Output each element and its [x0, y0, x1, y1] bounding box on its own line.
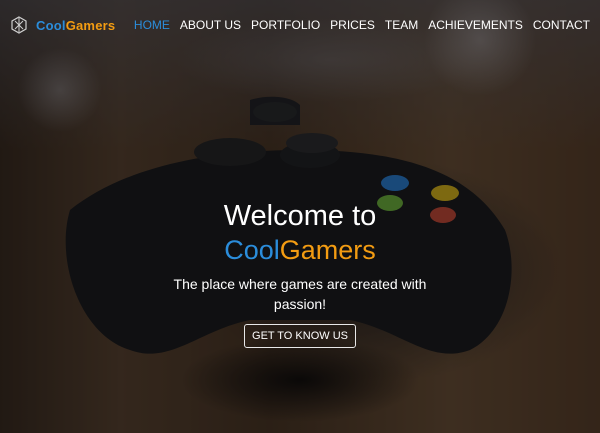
nav-item-portfolio[interactable]: PORTFOLIO	[251, 18, 320, 32]
nav-item-achievements[interactable]: ACHIEVEMENTS	[428, 18, 523, 32]
brand-name-part-gamers: Gamers	[65, 17, 116, 33]
hero-content: Welcome to CoolGamers The place where ga…	[0, 198, 600, 348]
brand-name: CoolGamers	[36, 18, 115, 33]
hero-title-part-cool: Cool	[224, 235, 280, 265]
hero-title-line1: Welcome to	[223, 200, 377, 232]
hero-title-brand: CoolGamers	[0, 234, 600, 266]
top-navbar: CoolGamers HOME ABOUT US PORTFOLIO PRICE…	[0, 0, 600, 50]
main-menu: HOME ABOUT US PORTFOLIO PRICES TEAM ACHI…	[134, 18, 590, 32]
nav-item-team[interactable]: TEAM	[385, 18, 418, 32]
nav-item-prices[interactable]: PRICES	[330, 18, 375, 32]
nav-item-home[interactable]: HOME	[134, 18, 170, 32]
nav-item-about-us[interactable]: ABOUT US	[180, 18, 241, 32]
hexagon-logo-icon	[11, 16, 27, 34]
nav-item-contact[interactable]: CONTACT	[533, 18, 590, 32]
brand-name-part-cool: Cool	[36, 17, 66, 33]
get-to-know-us-button[interactable]: GET TO KNOW US	[244, 324, 356, 348]
brand-logo-link[interactable]: CoolGamers	[10, 16, 115, 34]
hero-tagline: The place where games are created with p…	[173, 276, 427, 312]
hero-title-part-gamers: Gamers	[279, 235, 376, 265]
